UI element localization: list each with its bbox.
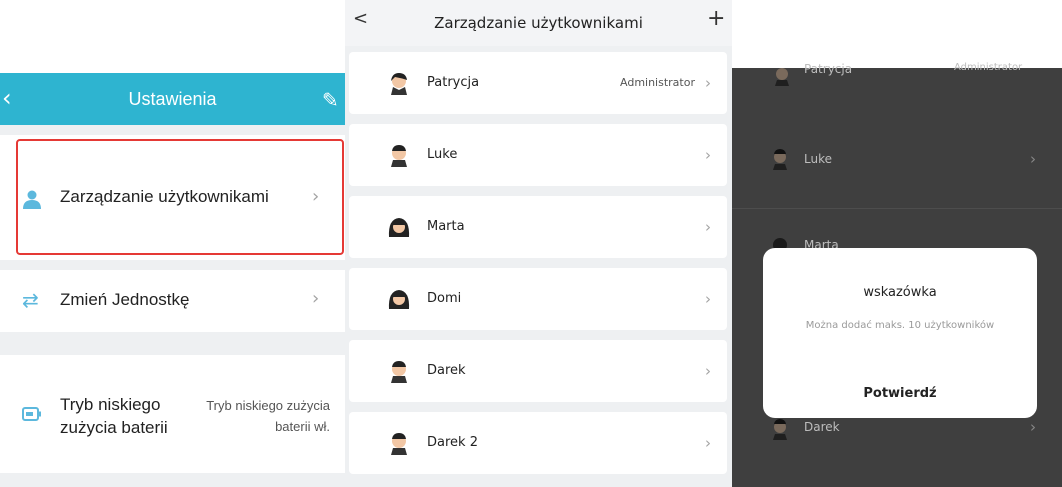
chevron-right-icon: › <box>705 218 711 236</box>
chevron-right-icon: › <box>705 146 711 164</box>
bg-user-name: Darek <box>804 420 840 434</box>
settings-item-user-management[interactable]: Zarządzanie użytkownikami › <box>0 135 345 260</box>
user-name: Marta <box>427 219 465 234</box>
user-row-domi[interactable]: Domi › <box>349 268 727 330</box>
user-management-topbar: < Zarządzanie użytkownikami + <box>345 0 732 46</box>
settings-item-label: Zmień Jednostkę <box>60 290 190 309</box>
user-row-patrycja[interactable]: Patrycja Administrator › <box>349 52 727 114</box>
bg-user-name: Patrycja <box>804 62 853 76</box>
user-name: Patrycja <box>427 75 480 90</box>
avatar-icon <box>388 290 410 309</box>
value-line-2: baterii wł. <box>275 419 330 434</box>
divider <box>732 208 1062 209</box>
label-line-1: Tryb niskiego <box>60 395 161 414</box>
switch-arrows-icon: ⇄ <box>22 288 39 312</box>
avatar-icon <box>391 361 407 383</box>
avatar-icon <box>391 145 407 167</box>
bg-user-role: Administrator <box>954 62 1023 73</box>
avatar-icon <box>391 433 407 455</box>
user-row-darek[interactable]: Darek › <box>349 340 727 402</box>
edit-icon[interactable]: ✎ <box>322 88 339 112</box>
settings-item-change-unit[interactable]: ⇄ Zmień Jednostkę › <box>0 270 345 332</box>
chevron-right-icon: › <box>705 362 711 380</box>
settings-item-value: Tryb niskiego zużycia baterii wł. <box>172 395 330 437</box>
settings-body: Zarządzanie użytkownikami › ⇄ Zmień Jedn… <box>0 125 345 487</box>
dialog-title: wskazówka <box>863 285 937 300</box>
bg-user-name: Luke <box>804 152 832 166</box>
user-management-panel: < Zarządzanie użytkownikami + Patrycja A… <box>345 0 732 487</box>
settings-header: ‹ Ustawienia ✎ <box>0 73 345 125</box>
settings-panel: ‹ Ustawienia ✎ Zarządzanie użytkownikami… <box>0 0 345 487</box>
user-name: Darek <box>427 363 466 378</box>
chevron-right-icon: › <box>312 288 320 309</box>
settings-item-label: Tryb niskiego zużycia baterii <box>60 393 168 439</box>
user-row-marta[interactable]: Marta › <box>349 196 727 258</box>
label-line-2: zużycia baterii <box>60 418 168 437</box>
user-icon <box>23 190 41 209</box>
user-name: Domi <box>427 291 462 306</box>
user-row-darek-2[interactable]: Darek 2 › <box>349 412 727 474</box>
confirm-button[interactable]: Potwierdź <box>763 386 1037 401</box>
settings-item-low-battery[interactable]: Tryb niskiego zużycia baterii Tryb niski… <box>0 355 345 473</box>
chevron-right-icon: › <box>1030 150 1036 168</box>
chevron-right-icon: › <box>312 186 320 207</box>
settings-item-label: Zarządzanie użytkownikami <box>60 187 269 206</box>
avatar-icon <box>773 419 787 440</box>
chevron-right-icon: › <box>1030 418 1036 436</box>
avatar-icon <box>773 149 787 170</box>
user-role: Administrator <box>620 76 695 89</box>
user-management-title: Zarządzanie użytkownikami <box>434 14 643 32</box>
avatar-icon <box>388 218 410 237</box>
user-row-luke[interactable]: Luke › <box>349 124 727 186</box>
dialog-panel: Patrycja Administrator Luke › Marta Dare… <box>732 0 1062 487</box>
avatar-icon <box>391 73 407 95</box>
dialog-message: Można dodać maks. 10 użytkowników <box>805 320 995 331</box>
user-name: Darek 2 <box>427 435 478 450</box>
chevron-right-icon: › <box>705 290 711 308</box>
settings-title: Ustawienia <box>128 89 217 109</box>
user-name: Luke <box>427 147 458 162</box>
chevron-right-icon: › <box>705 74 711 92</box>
avatar-icon <box>775 68 789 86</box>
add-user-icon[interactable]: + <box>707 6 725 31</box>
chevron-right-icon: › <box>705 434 711 452</box>
value-line-1: Tryb niskiego zużycia <box>206 398 330 413</box>
tip-dialog: wskazówka Można dodać maks. 10 użytkowni… <box>763 248 1037 418</box>
battery-icon <box>22 407 41 421</box>
